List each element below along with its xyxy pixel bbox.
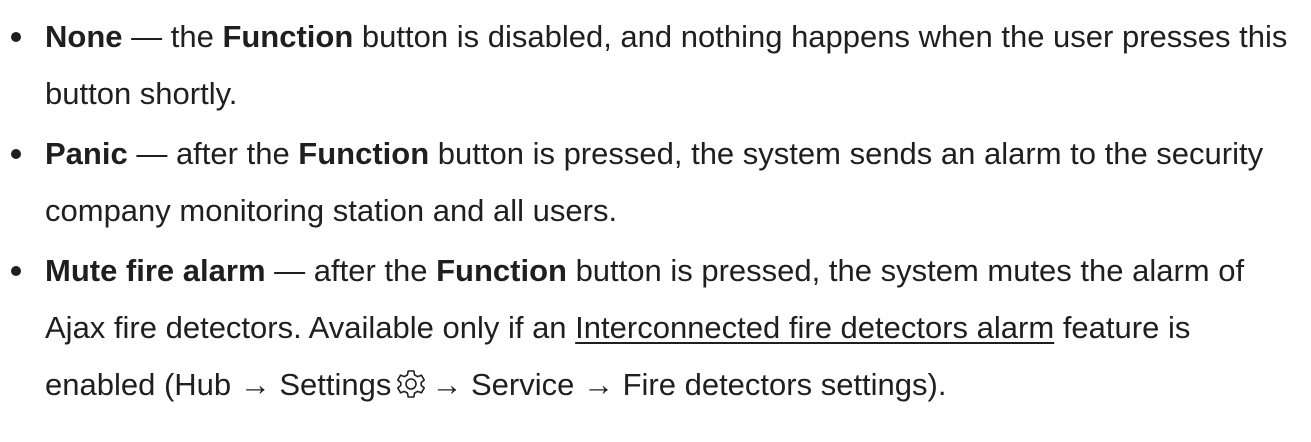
bullet-marker	[11, 32, 21, 42]
interconnected-fire-detectors-alarm-link[interactable]: Interconnected fire detectors alarm	[575, 310, 1054, 345]
text-segment: → Service → Fire detectors settings).	[431, 367, 947, 402]
text-segment: — after the	[127, 136, 299, 171]
keyword-function: Function	[222, 19, 354, 54]
list-item-none: None — the Function button is disabled, …	[0, 8, 1311, 122]
bullet-marker	[11, 149, 21, 159]
keyword-function: Function	[298, 136, 430, 171]
list-item-mute-fire-alarm: Mute fire alarm — after the Function but…	[0, 242, 1311, 413]
keyword-function: Function	[436, 253, 567, 288]
list-item-panic: Panic — after the Function button is pre…	[0, 125, 1311, 239]
bullet-list: None — the Function button is disabled, …	[0, 0, 1311, 413]
term-panic: Panic	[45, 136, 128, 171]
gear-icon	[395, 361, 427, 398]
term-mute-fire-alarm: Mute fire alarm	[45, 253, 266, 288]
term-none: None	[45, 19, 123, 54]
bullet-marker	[11, 266, 21, 276]
text-segment: — the	[122, 19, 223, 54]
text-segment: — after the	[265, 253, 437, 288]
